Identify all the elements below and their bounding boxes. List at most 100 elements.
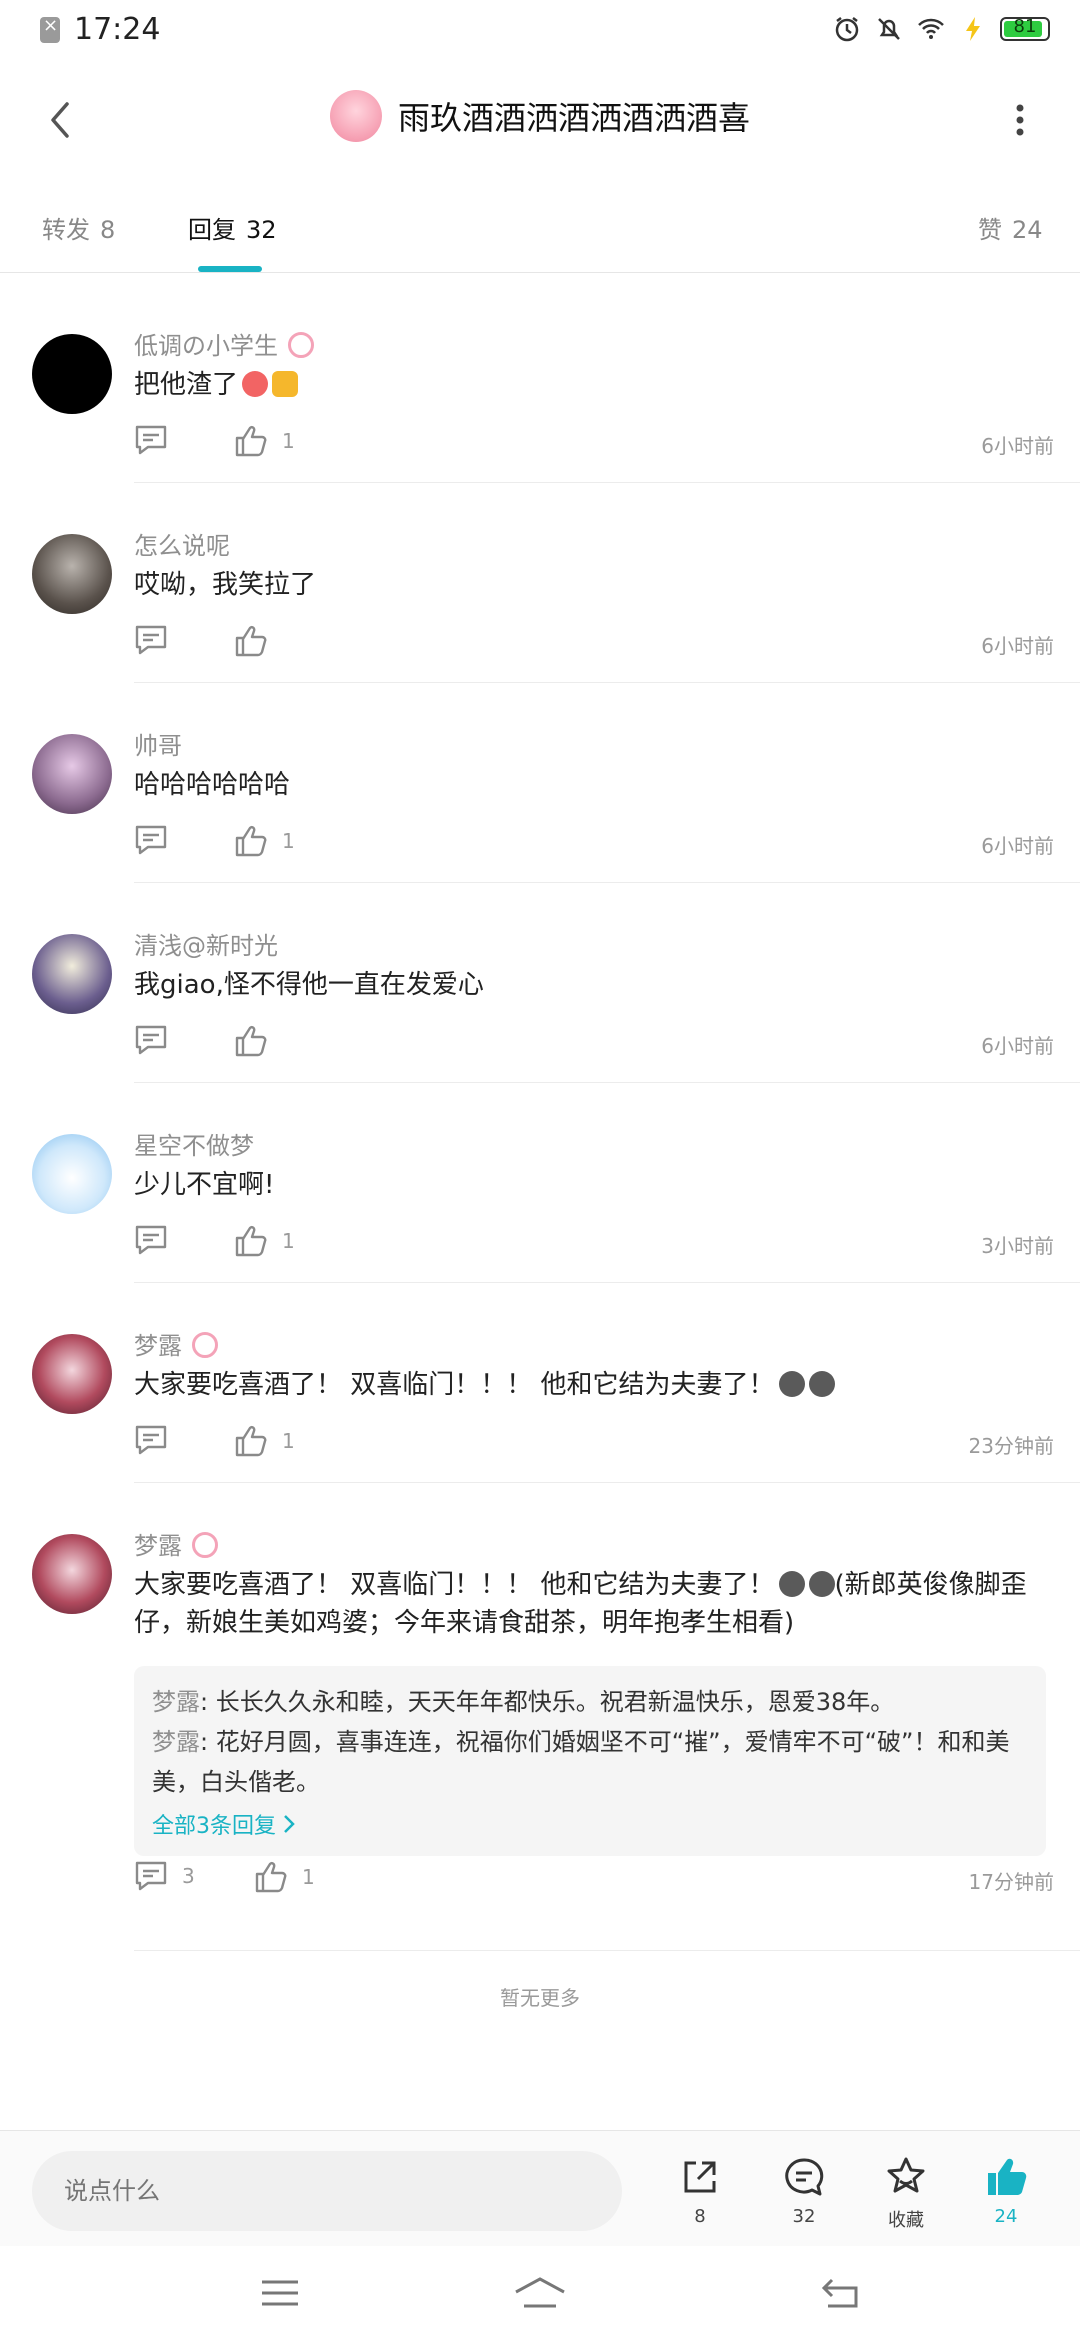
comment-time: 6小时前 [981,634,1054,658]
comment-input[interactable] [32,2151,622,2231]
avatar[interactable] [32,1134,112,1214]
reply-button[interactable] [134,624,168,656]
comment-actions: 6小时前 [134,624,1054,664]
avatar[interactable] [32,334,112,414]
share-button[interactable]: 8 [660,2155,740,2227]
reply-button[interactable] [134,424,168,456]
reply-preview-box[interactable]: 梦露: 长长久久永和睦，天天年年都快乐。祝君新温快乐，恩爱38年。 梦露: 花好… [134,1666,1046,1856]
thumbs-up-icon [235,1426,267,1457]
comment-author[interactable]: 帅哥 [134,726,182,761]
status-right: 81 [832,14,1050,44]
thumbs-up-icon [235,426,267,457]
tab-likes[interactable]: 赞 24 [978,210,1043,245]
like-button[interactable]: 1 [234,1424,295,1458]
chevron-left-icon [51,102,69,138]
tab-repost[interactable]: 转发 8 [42,210,115,245]
header: 雨玖酒酒洒酒洒酒洒酒喜 [0,60,1080,180]
comment-text: 大家要吃喜酒了！ 双喜临门！！！ 他和它结为夫妻了！ [134,1366,1054,1404]
tab-replies[interactable]: 回复 32 [188,210,277,245]
menu-icon [262,2280,298,2306]
comment-input-container[interactable] [32,2151,622,2231]
back-button[interactable] [30,90,90,150]
reply-button[interactable] [134,1424,168,1456]
comment-author[interactable]: 怎么说呢 [134,526,230,561]
reply-button[interactable]: 3 [134,1860,195,1892]
comment-actions: 1 3小时前 [134,1224,1054,1264]
divider [134,1482,1080,1483]
like-button[interactable]: 1 [254,1860,315,1894]
fist-emoji-icon [272,371,299,397]
divider [134,682,1080,683]
avatar[interactable] [32,734,112,814]
comment-icon [135,1025,167,1055]
comment-item: 怎么说呢 哎呦，我笑拉了 6小时前 [0,506,1080,686]
tab-count: 8 [100,216,116,244]
thumbs-up-icon [235,626,267,657]
comment-actions: 6小时前 [134,1024,1054,1064]
comment-item: 清浅@新时光 我giao,怪不得他一直在发爱心 6小时前 [0,906,1080,1086]
back-nav-button[interactable] [800,2266,880,2320]
comment-item: 星空不做梦 少儿不宜啊! 1 3小时前 [0,1106,1080,1286]
charging-icon [966,17,980,41]
comment-text: 把他渣了 [134,366,1054,404]
avatar[interactable] [32,1334,112,1414]
bottom-action-bar: 8 32 收藏 24 [0,2130,1080,2247]
badge-icon [192,1332,218,1358]
comment-author[interactable]: 梦露 [134,1526,218,1561]
like-button[interactable]: 1 [234,824,295,858]
badge-icon [288,332,314,358]
comment-icon [135,625,167,655]
divider [134,1082,1080,1083]
avatar[interactable] [32,1534,112,1614]
comment-text: 我giao,怪不得他一直在发爱心 [134,970,484,1000]
comment-time: 6小时前 [981,434,1054,458]
reply-button[interactable] [134,824,168,856]
reply-button[interactable] [134,1024,168,1056]
favorite-button[interactable]: 收藏 [866,2155,946,2232]
avatar[interactable] [32,934,112,1014]
thumbs-up-icon [235,1026,267,1057]
menu-nav-button[interactable] [240,2266,320,2320]
thumbs-up-filled-icon [988,2158,1027,2195]
battery-level: 81 [1013,16,1037,37]
no-more-text: 暂无更多 [500,1986,580,2010]
comment-author[interactable]: 低调の小学生 [134,326,314,361]
share-icon [684,2161,716,2193]
like-button[interactable] [234,1024,282,1058]
reply-button[interactable] [134,1224,168,1256]
tab-count: 24 [1012,216,1043,244]
share-count: 8 [694,2206,706,2227]
battery-icon: 81 [1000,16,1050,41]
chevron-right-icon [284,1815,295,1833]
like-button[interactable] [234,624,282,658]
comment-time: 6小时前 [981,1034,1054,1058]
like-button[interactable]: 1 [234,1224,295,1258]
thumbs-up-icon [235,826,267,857]
star-icon [887,2157,925,2193]
back-arrow-icon [821,2278,858,2308]
header-center[interactable]: 雨玖酒酒洒酒洒酒洒酒喜 [330,90,750,142]
comment-author[interactable]: 星空不做梦 [134,1126,254,1161]
like-count: 1 [282,429,295,453]
comment-author[interactable]: 梦露 [134,1326,218,1361]
more-button[interactable] [990,90,1050,150]
like-post-button[interactable]: 24 [966,2155,1046,2227]
like-button[interactable]: 1 [234,424,295,458]
comment-author[interactable]: 清浅@新时光 [134,926,278,961]
divider [134,482,1080,483]
comment-actions: 1 6小时前 [134,824,1054,864]
comment-text: 哈哈哈哈哈哈 [134,770,291,800]
like-count: 1 [302,1865,315,1889]
view-all-replies-link[interactable]: 全部3条回复 [152,1808,296,1840]
divider [134,1950,1080,1951]
wifi-icon [918,18,944,39]
home-nav-button[interactable] [500,2266,580,2320]
avatar[interactable] [32,534,112,614]
comment-actions: 1 6小时前 [134,424,1054,464]
emoji-icon [808,1371,835,1397]
author-avatar[interactable] [330,90,382,142]
comment-text: 大家要吃喜酒了！ 双喜临门！！！ 他和它结为夫妻了！ (新郎英俊像脚歪仔，新娘生美… [134,1570,1027,1638]
comment-button[interactable]: 32 [764,2155,844,2227]
comment-item: 梦露 大家要吃喜酒了！ 双喜临门！！！ 他和它结为夫妻了！ 1 23分钟前 [0,1306,1080,1486]
comment-icon [135,425,167,455]
